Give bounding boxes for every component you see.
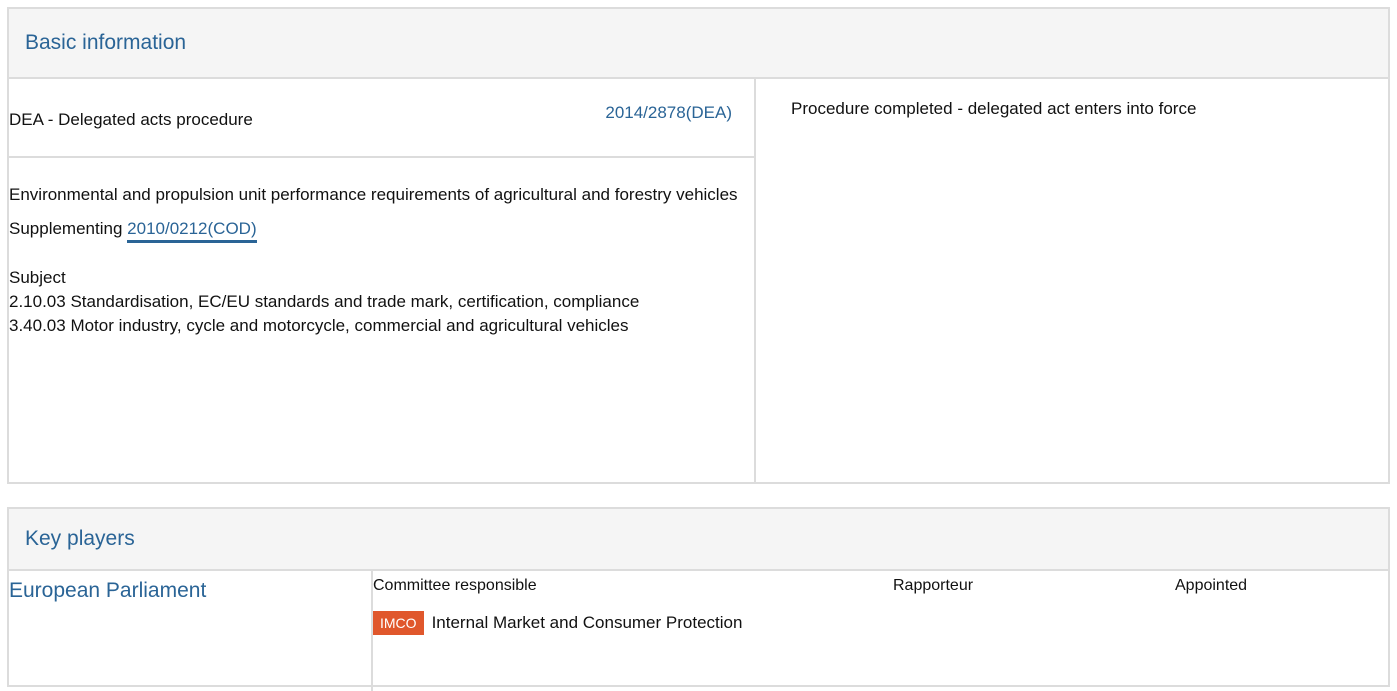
supplementing-line: Supplementing 2010/0212(COD) — [9, 216, 754, 243]
committee-responsible-header: Committee responsible — [373, 577, 537, 594]
procedure-reference-link[interactable]: 2014/2878(DEA) — [605, 103, 732, 123]
basic-information-header: Basic information — [9, 9, 1388, 79]
committee-row: IMCO Internal Market and Consumer Protec… — [373, 611, 1388, 635]
supplementing-reference-link[interactable]: 2010/0212(COD) — [127, 219, 257, 243]
procedure-type: DEA - Delegated acts procedure — [9, 109, 253, 129]
procedure-status-panel: Procedure completed - delegated act ente… — [756, 79, 1388, 482]
subject-item: 3.40.03 Motor industry, cycle and motorc… — [9, 316, 629, 335]
key-players-section: Key players European Parliament Committe… — [7, 507, 1390, 691]
european-parliament-link[interactable]: European Parliament — [9, 579, 206, 602]
subject-block: Subject 2.10.03 Standardisation, EC/EU s… — [9, 266, 754, 338]
key-players-header: Key players — [9, 509, 1388, 571]
key-players-title: Key players — [25, 527, 135, 550]
procedure-status: Procedure completed - delegated act ente… — [791, 99, 1197, 118]
basic-information-section: Basic information DEA - Delegated acts p… — [7, 7, 1390, 484]
procedure-description: Environmental and propulsion unit perfor… — [9, 185, 738, 204]
supplementing-label: Supplementing — [9, 219, 123, 238]
basic-information-title: Basic information — [25, 31, 187, 54]
institution-column: European Parliament — [9, 571, 373, 691]
procedure-row: DEA - Delegated acts procedure 2014/2878… — [9, 79, 754, 158]
subject-label: Subject — [9, 268, 66, 287]
appointed-header: Appointed — [1175, 577, 1248, 594]
procedure-details: Environmental and propulsion unit perfor… — [9, 158, 754, 338]
committee-code-badge: IMCO — [373, 611, 424, 635]
basic-information-body: DEA - Delegated acts procedure 2014/2878… — [9, 79, 1388, 482]
rapporteur-header: Rapporteur — [893, 577, 974, 594]
subject-item: 2.10.03 Standardisation, EC/EU standards… — [9, 292, 640, 311]
committee-table-header: Committee responsible Rapporteur Appoint… — [373, 577, 1388, 595]
committee-name: Internal Market and Consumer Protection — [431, 613, 743, 632]
key-players-body: European Parliament Committee responsibl… — [9, 571, 1388, 691]
committee-column: Committee responsible Rapporteur Appoint… — [373, 571, 1388, 691]
basic-information-left-panel: DEA - Delegated acts procedure 2014/2878… — [9, 79, 756, 482]
